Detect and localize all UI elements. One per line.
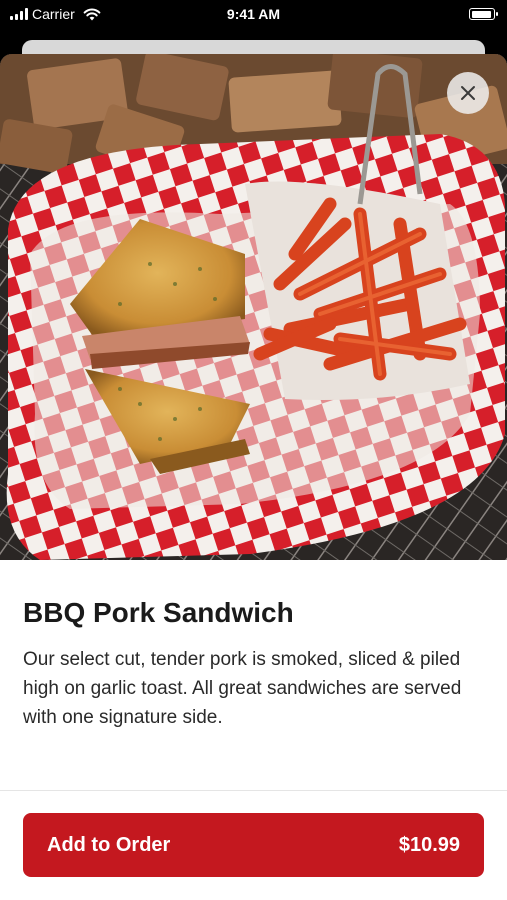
close-icon bbox=[461, 86, 475, 100]
item-image bbox=[0, 54, 507, 560]
battery-icon bbox=[469, 8, 498, 20]
divider bbox=[0, 790, 507, 791]
add-to-order-button[interactable]: Add to Order $10.99 bbox=[23, 813, 484, 877]
status-time: 9:41 AM bbox=[226, 6, 281, 22]
close-button[interactable] bbox=[447, 72, 489, 114]
item-price: $10.99 bbox=[398, 833, 460, 856]
item-name: BBQ Pork Sandwich bbox=[23, 597, 294, 628]
status-bar: Carrier 9:41 AM bbox=[0, 0, 507, 32]
item-detail-sheet: BBQ Pork Sandwich Our select cut, tender… bbox=[0, 54, 507, 900]
add-to-order-label: Add to Order bbox=[47, 833, 171, 856]
item-description: Our select cut, tender pork is smoked, s… bbox=[23, 649, 462, 728]
